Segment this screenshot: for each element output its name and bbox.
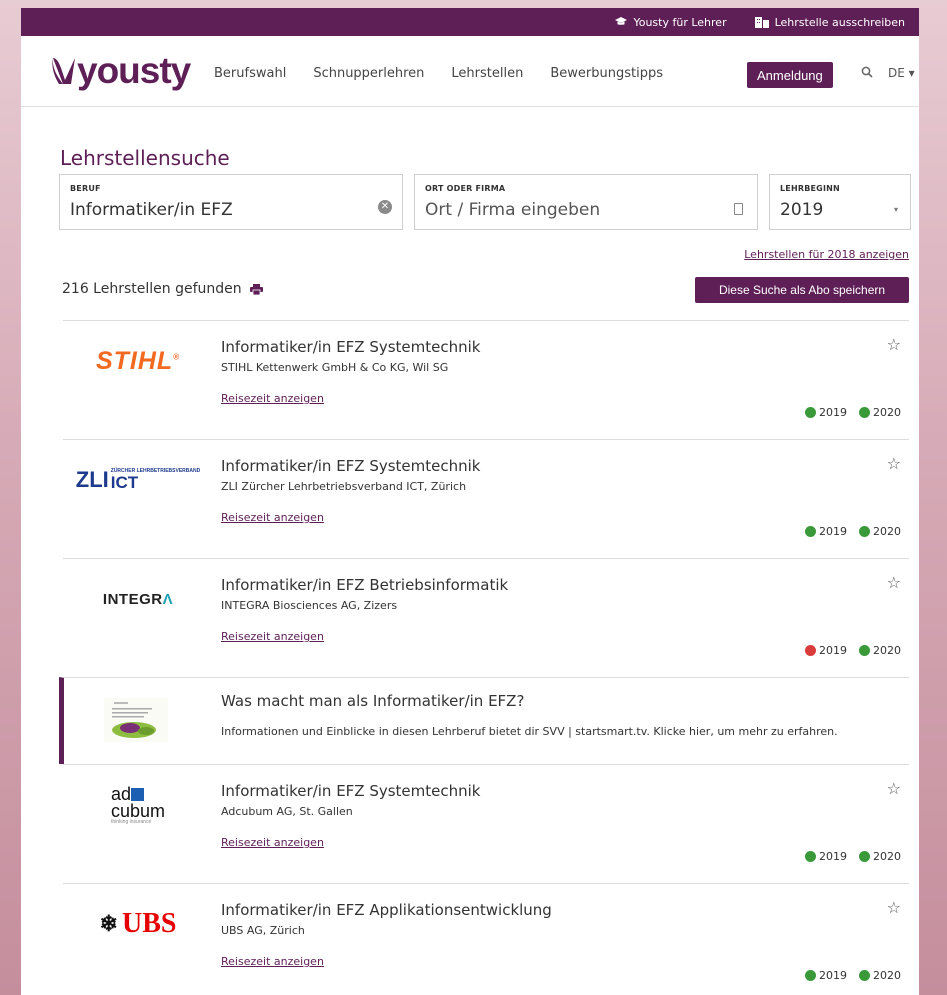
job-title[interactable]: Informatiker/in EFZ Applikationsentwickl…	[221, 901, 552, 919]
page: Yousty für Lehrer Lehrstelle ausschreibe…	[21, 8, 919, 995]
search-icon[interactable]	[861, 66, 873, 82]
top-bar: Yousty für Lehrer Lehrstelle ausschreibe…	[21, 8, 919, 36]
company-logo: ad cubum thinking insurance	[63, 775, 213, 835]
show-2018-link[interactable]: Lehrstellen für 2018 anzeigen	[744, 248, 909, 261]
nav-link-bewerbungstipps[interactable]: Bewerbungstipps	[550, 66, 663, 81]
lehrbeginn-label: LEHRBEGINN	[780, 184, 840, 193]
list-item[interactable]: ZLI ZÜRCHER LEHRBETRIEBSVERBAND ICT Info…	[63, 439, 909, 558]
list-item[interactable]: STIHL® Informatiker/in EFZ Systemtechnik…	[63, 320, 909, 439]
nav-links: Berufswahl Schnupperlehren Lehrstellen B…	[214, 66, 690, 81]
job-title[interactable]: Informatiker/in EFZ Systemtechnik	[221, 782, 481, 800]
results-list: STIHL® Informatiker/in EFZ Systemtechnik…	[59, 320, 909, 995]
lehrbeginn-select[interactable]: LEHRBEGINN 2019 ▾	[769, 174, 911, 230]
availability-dot	[805, 526, 816, 537]
star-icon[interactable]: ☆	[887, 898, 901, 917]
post-apprenticeship-link[interactable]: Lehrstelle ausschreiben	[754, 15, 905, 29]
teacher-link[interactable]: Yousty für Lehrer	[615, 15, 727, 29]
beruf-label: BERUF	[70, 184, 101, 193]
language-selector[interactable]: DE ▾	[888, 66, 915, 80]
logo-text: yousty	[77, 50, 191, 91]
login-button[interactable]: Anmeldung	[747, 62, 833, 88]
availability-dot	[805, 851, 816, 862]
company-logo: INTEGRΛ	[63, 569, 213, 629]
result-count-text: 216 Lehrstellen gefunden	[62, 281, 242, 297]
travel-time-link[interactable]: Reisezeit anzeigen	[221, 392, 324, 405]
job-title[interactable]: Informatiker/in EFZ Betriebsinformatik	[221, 576, 508, 594]
stihl-logo: STIHL®	[95, 346, 181, 375]
year-badges: 2019 2020	[805, 644, 901, 657]
nav-link-lehrstellen[interactable]: Lehrstellen	[451, 66, 523, 81]
availability-dot	[859, 645, 870, 656]
nav-link-schnupperlehren[interactable]: Schnupperlehren	[313, 66, 424, 81]
star-icon[interactable]: ☆	[887, 779, 901, 798]
teacher-link-label: Yousty für Lehrer	[633, 15, 727, 29]
list-item[interactable]: ad cubum thinking insurance Informatiker…	[63, 764, 909, 883]
job-title[interactable]: Informatiker/in EFZ Systemtechnik	[221, 338, 481, 356]
ubs-logo: ❄ UBS	[99, 908, 177, 939]
adcubum-logo: ad cubum thinking insurance	[110, 783, 166, 825]
list-item[interactable]: INTEGRΛ Informatiker/in EFZ Betriebsinfo…	[63, 558, 909, 677]
save-search-button[interactable]: Diese Suche als Abo speichern	[695, 277, 909, 303]
lehrbeginn-value[interactable]: 2019	[780, 200, 823, 220]
page-title: Lehrstellensuche	[60, 146, 230, 170]
chevron-down-icon: ▾	[893, 205, 898, 214]
ort-label: ORT ODER FIRMA	[425, 184, 506, 193]
year-badges: 2019 2020	[805, 525, 901, 538]
travel-time-link[interactable]: Reisezeit anzeigen	[221, 630, 324, 643]
building-icon	[754, 16, 769, 28]
year-badges: 2019 2020	[805, 406, 901, 419]
ort-field[interactable]: ORT ODER FIRMA Ort / Firma eingeben	[414, 174, 758, 230]
travel-time-link[interactable]: Reisezeit anzeigen	[221, 511, 324, 524]
availability-dot	[805, 970, 816, 981]
main-nav: yousty Berufswahl Schnupperlehren Lehrst…	[21, 36, 919, 107]
beruf-value[interactable]: Informatiker/in EFZ	[70, 200, 233, 220]
travel-time-link[interactable]: Reisezeit anzeigen	[221, 955, 324, 968]
nav-link-berufswahl[interactable]: Berufswahl	[214, 66, 286, 81]
job-title[interactable]: Informatiker/in EFZ Systemtechnik	[221, 457, 481, 475]
company-name: INTEGRA Biosciences AG, Zizers	[221, 599, 398, 612]
yousty-logo[interactable]: yousty	[51, 50, 191, 91]
availability-dot	[859, 407, 870, 418]
year-badges: 2019 2020	[805, 969, 901, 982]
keys-icon: ❄	[99, 911, 118, 936]
star-icon[interactable]: ☆	[887, 454, 901, 473]
promo-banner[interactable]: Was macht man als Informatiker/in EFZ? I…	[59, 677, 909, 764]
clear-icon[interactable]: ✕	[378, 200, 392, 214]
availability-dot	[859, 851, 870, 862]
beruf-field[interactable]: BERUF Informatiker/in EFZ ✕	[59, 174, 403, 230]
company-name: ZLI Zürcher Lehrbetriebsverband ICT, Zür…	[221, 480, 467, 493]
graduation-cap-icon	[615, 17, 628, 25]
company-name: UBS AG, Zürich	[221, 924, 305, 937]
company-logo: STIHL®	[63, 331, 213, 391]
yousty-logo-mark	[52, 57, 75, 84]
star-icon[interactable]: ☆	[887, 335, 901, 354]
list-item[interactable]: ❄ UBS Informatiker/in EFZ Applikationsent…	[63, 883, 909, 995]
star-icon[interactable]: ☆	[887, 573, 901, 592]
print-icon[interactable]	[249, 283, 263, 295]
availability-dot	[805, 407, 816, 418]
availability-dot	[859, 526, 870, 537]
post-apprenticeship-label: Lehrstelle ausschreiben	[774, 15, 905, 29]
company-name: STIHL Kettenwerk GmbH & Co KG, Wil SG	[221, 361, 449, 374]
availability-dot	[805, 645, 816, 656]
integra-logo: INTEGRΛ	[102, 590, 174, 608]
location-icon	[734, 203, 743, 215]
result-count: 216 Lehrstellen gefunden	[62, 281, 263, 297]
ort-input[interactable]: Ort / Firma eingeben	[425, 200, 600, 220]
year-badges: 2019 2020	[805, 850, 901, 863]
company-name: Adcubum AG, St. Gallen	[221, 805, 353, 818]
company-logo: ❄ UBS	[63, 894, 213, 954]
zli-logo: ZLI ZÜRCHER LEHRBETRIEBSVERBAND ICT	[75, 467, 201, 493]
availability-dot	[859, 970, 870, 981]
company-logo: ZLI ZÜRCHER LEHRBETRIEBSVERBAND ICT	[63, 450, 213, 510]
promo-title[interactable]: Was macht man als Informatiker/in EFZ?	[221, 692, 524, 710]
promo-description: Informationen und Einblicke in diesen Le…	[221, 725, 838, 738]
startsmart-thumbnail	[104, 698, 168, 742]
travel-time-link[interactable]: Reisezeit anzeigen	[221, 836, 324, 849]
